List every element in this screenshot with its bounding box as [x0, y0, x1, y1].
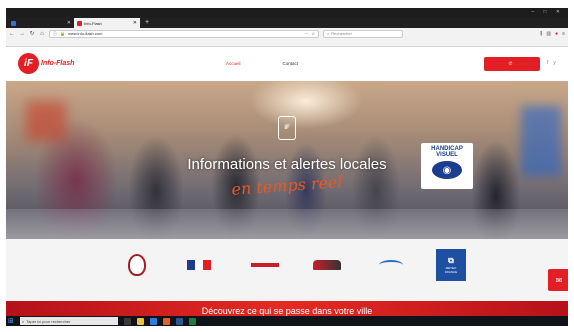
social-links: f y	[547, 60, 556, 66]
meteo-line-2: FRANCE	[444, 270, 458, 274]
hero-banner: iF Informations et alertes locales en te…	[6, 81, 568, 239]
chat-widget-button[interactable]: ✉	[548, 269, 568, 291]
facebook-icon[interactable]: f	[547, 60, 548, 66]
address-bar[interactable]: ⓘ 🔒 www.info-flash.com ··· ☆	[49, 29, 319, 38]
close-icon[interactable]: ✕	[67, 20, 71, 26]
eye-icon: ◉	[432, 161, 462, 179]
partner-logo-seal[interactable]	[126, 251, 148, 279]
excel-icon[interactable]	[188, 317, 196, 325]
phone-button[interactable]: ✆	[484, 57, 540, 71]
tab-2[interactable]: Info-Flash ✕	[74, 18, 140, 28]
search-placeholder: Rechercher	[331, 31, 352, 36]
new-tab-button[interactable]: +	[140, 18, 154, 28]
lock-icon: 🔒	[60, 31, 65, 36]
main-nav: Accueil Contact	[226, 61, 298, 66]
taskbar-search-text: Taper ici pour rechercher	[26, 318, 71, 324]
firefox-icon[interactable]	[162, 317, 170, 325]
bookmark-star-icon[interactable]: ☆	[311, 31, 315, 36]
screen-capture: – □ ✕ ✕ Info-Flash ✕ + ← → ↻ ⌂ ⓘ 🔒 www.i…	[6, 8, 568, 326]
tab-1[interactable]: ✕	[8, 18, 74, 28]
url-text: www.info-flash.com	[67, 31, 103, 36]
hamburger-menu-icon[interactable]: ≡	[562, 31, 565, 37]
discover-banner: Découvrez ce qui se passe dans votre vil…	[6, 301, 568, 317]
partner-logo-meteo-france[interactable]: ⧉ METEO FRANCE	[436, 249, 466, 281]
home-icon[interactable]: ⌂	[39, 31, 45, 37]
os-menubar: – □ ✕	[6, 8, 568, 17]
library-icon[interactable]: ⫼	[540, 31, 542, 37]
tab-favicon-icon	[11, 20, 16, 26]
reload-icon[interactable]: ↻	[29, 30, 35, 37]
handicap-visuel-badge[interactable]: HANDICAP VISUEL ◉	[421, 143, 473, 189]
smartphone-icon: iF	[278, 116, 296, 140]
search-icon: ⌕	[327, 31, 330, 36]
nav-toolbar: ← → ↻ ⌂ ⓘ 🔒 www.info-flash.com ··· ☆ ⌕ R…	[6, 28, 568, 39]
os-taskbar: ⊞ ⌕ Taper ici pour rechercher	[6, 316, 568, 326]
tab-favicon-icon	[77, 20, 82, 26]
nav-item-accueil[interactable]: Accueil	[226, 61, 241, 66]
info-icon[interactable]: ⓘ	[53, 31, 57, 37]
partner-logos: ⧉ METEO FRANCE	[6, 239, 568, 301]
folder-icon[interactable]	[136, 317, 144, 325]
logo-mark: iF	[18, 53, 39, 74]
web-page: iF Info-Flash Accueil Contact ✆ f y iF I…	[6, 47, 568, 317]
tab-label: Info-Flash	[84, 20, 102, 26]
windows-start-icon[interactable]: ⊞	[8, 317, 14, 325]
bookmarks-bar	[6, 39, 568, 47]
forward-icon[interactable]: →	[19, 31, 25, 37]
sidebar-icon[interactable]: ▥	[546, 31, 551, 37]
taskbar-apps	[123, 317, 196, 325]
back-icon[interactable]: ←	[9, 31, 15, 37]
edge-icon[interactable]	[149, 317, 157, 325]
nav-item-contact[interactable]: Contact	[283, 61, 299, 66]
taskbar-search[interactable]: ⌕ Taper ici pour rechercher	[19, 317, 118, 325]
twitter-icon[interactable]: y	[553, 60, 556, 66]
partner-logo-4[interactable]	[311, 251, 343, 279]
partner-logo-republique[interactable]	[184, 251, 214, 279]
phone-icon: ✆	[508, 61, 513, 66]
menu-dots-icon[interactable]: ···	[304, 31, 308, 36]
chat-icon: ✉	[555, 275, 563, 285]
window-controls[interactable]: – □ ✕	[531, 9, 564, 15]
meteo-icon: ⧉	[448, 256, 454, 265]
task-view-icon[interactable]	[123, 317, 131, 325]
logo-text: Info-Flash	[41, 60, 75, 67]
site-logo[interactable]: iF Info-Flash	[18, 53, 74, 74]
extension-icon[interactable]: ●	[555, 31, 558, 37]
partner-logo-5[interactable]	[377, 251, 405, 279]
partner-logo-3[interactable]	[250, 251, 280, 279]
badge-line-2: VISUEL	[436, 152, 458, 158]
search-icon: ⌕	[21, 318, 25, 324]
close-icon[interactable]: ✕	[133, 20, 137, 26]
search-input[interactable]: ⌕ Rechercher	[323, 29, 403, 38]
word-icon[interactable]	[175, 317, 183, 325]
tab-bar: ✕ Info-Flash ✕ +	[6, 17, 568, 28]
toolbar-icons: ⫼ ▥ ● ≡	[540, 31, 565, 37]
site-header: iF Info-Flash Accueil Contact ✆ f y	[6, 47, 568, 81]
